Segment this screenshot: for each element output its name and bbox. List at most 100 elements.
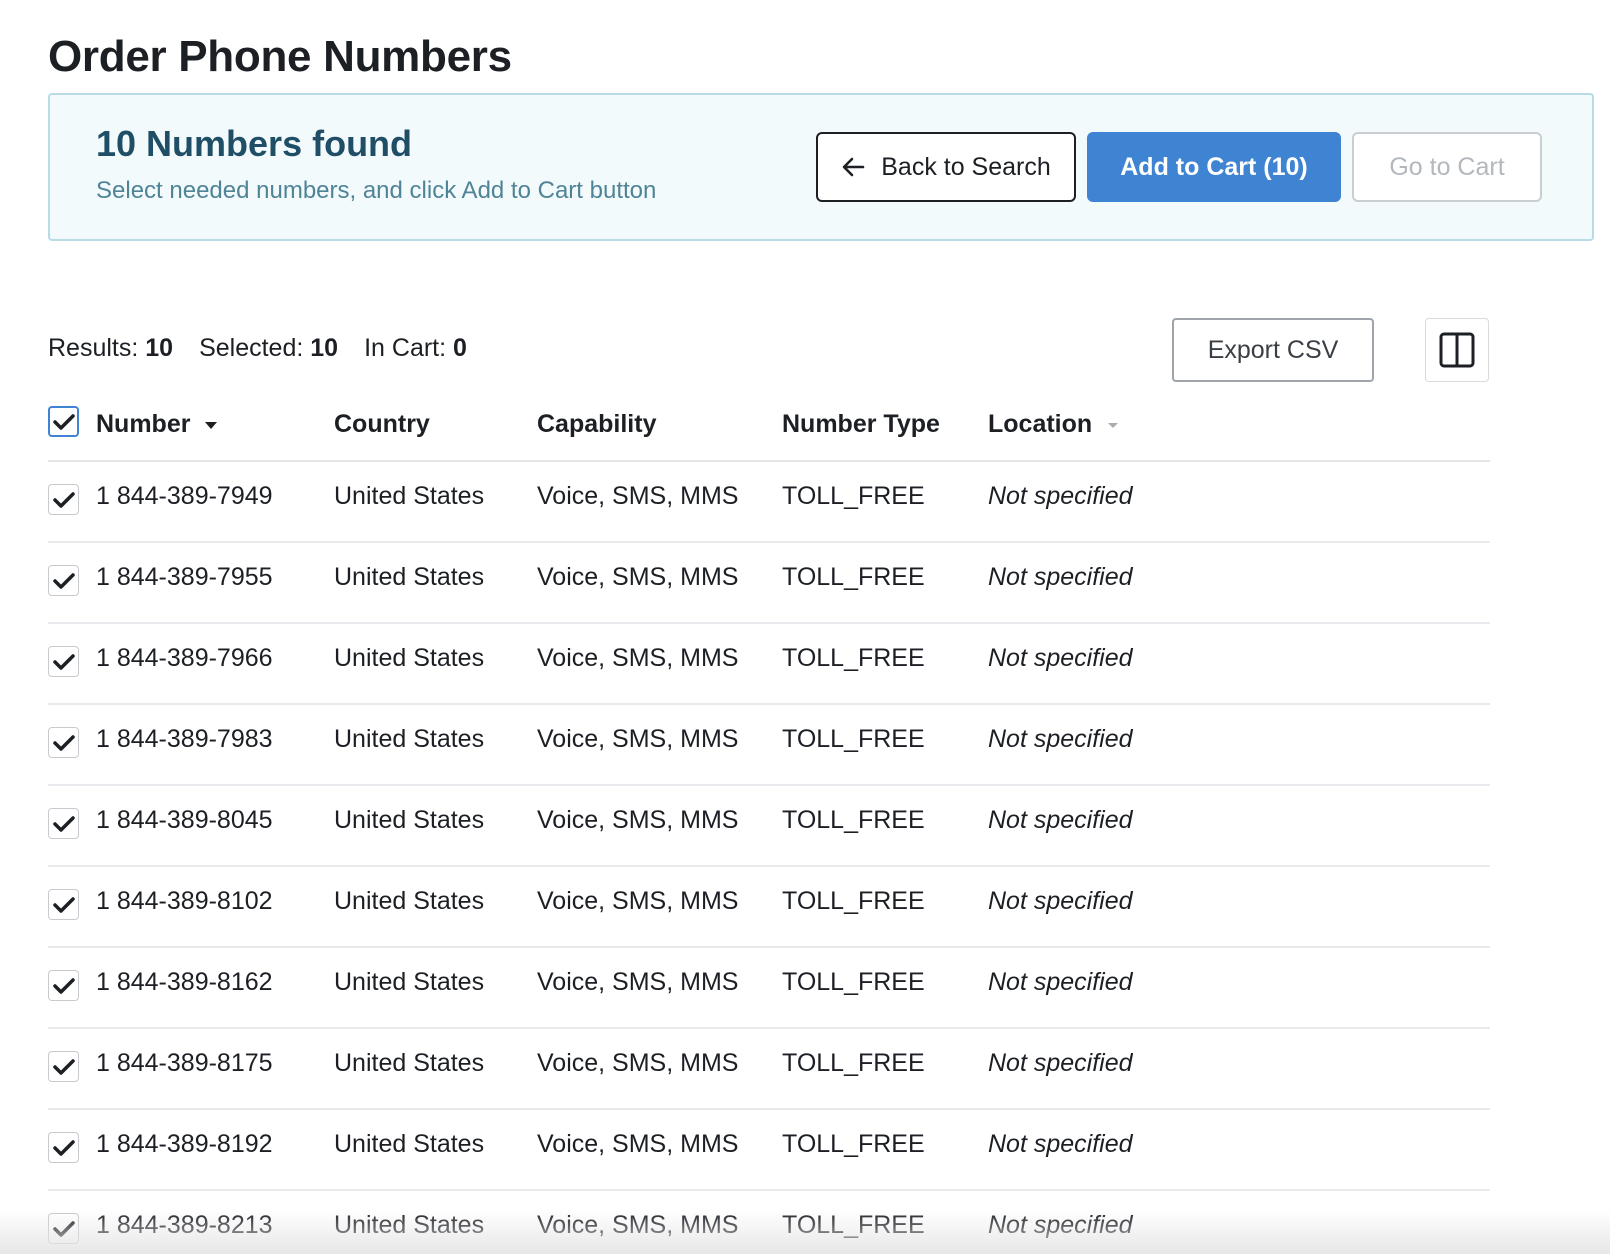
table-row[interactable]: 1 844-389-7983 United States Voice, SMS,… bbox=[48, 705, 1490, 786]
row-checkbox[interactable] bbox=[48, 727, 79, 758]
back-to-search-label: Back to Search bbox=[881, 152, 1051, 181]
table-row[interactable]: 1 844-389-8102 United States Voice, SMS,… bbox=[48, 867, 1490, 948]
cell-capability: Voice, SMS, MMS bbox=[537, 482, 739, 510]
export-csv-button[interactable]: Export CSV bbox=[1172, 318, 1374, 382]
cell-number-type: TOLL_FREE bbox=[782, 887, 925, 915]
cell-country: United States bbox=[334, 1130, 485, 1158]
row-checkbox[interactable] bbox=[48, 1213, 79, 1244]
column-header-capability[interactable]: Capability bbox=[537, 410, 656, 439]
go-to-cart-label: Go to Cart bbox=[1389, 152, 1505, 181]
in-cart-label: In Cart: bbox=[364, 334, 447, 362]
cell-number: 1 844-389-8102 bbox=[96, 887, 273, 915]
table-row[interactable]: 1 844-389-7949 United States Voice, SMS,… bbox=[48, 462, 1490, 543]
cell-number: 1 844-389-7966 bbox=[96, 644, 273, 672]
sort-icon bbox=[1108, 422, 1119, 428]
checkmark-icon bbox=[52, 977, 75, 994]
export-csv-label: Export CSV bbox=[1207, 335, 1339, 364]
cell-capability: Voice, SMS, MMS bbox=[537, 1211, 739, 1239]
column-header-number-type-label: Number Type bbox=[782, 410, 940, 438]
results-banner: 10 Numbers found Select needed numbers, … bbox=[48, 93, 1594, 241]
table-row[interactable]: 1 844-389-8162 United States Voice, SMS,… bbox=[48, 948, 1490, 1029]
column-header-number[interactable]: Number bbox=[96, 410, 218, 439]
cell-number-type: TOLL_FREE bbox=[782, 968, 925, 996]
cell-location: Not specified bbox=[988, 1211, 1133, 1239]
table-row[interactable]: 1 844-389-8213 United States Voice, SMS,… bbox=[48, 1191, 1490, 1254]
selected-count: Selected: 10 bbox=[199, 334, 338, 363]
cell-location: Not specified bbox=[988, 806, 1133, 834]
checkmark-icon bbox=[52, 413, 75, 430]
column-header-location-label: Location bbox=[988, 410, 1093, 438]
results-count: Results: 10 bbox=[48, 334, 173, 363]
results-label: Results: bbox=[48, 334, 139, 362]
cell-number-type: TOLL_FREE bbox=[782, 725, 925, 753]
results-heading: 10 Numbers found bbox=[96, 123, 413, 164]
cell-country: United States bbox=[334, 563, 485, 591]
cell-country: United States bbox=[334, 1211, 485, 1239]
row-checkbox[interactable] bbox=[48, 1051, 79, 1082]
results-value: 10 bbox=[145, 334, 174, 362]
back-to-search-button[interactable]: Back to Search bbox=[816, 132, 1076, 202]
select-all-checkbox[interactable] bbox=[48, 406, 79, 437]
cell-capability: Voice, SMS, MMS bbox=[537, 887, 739, 915]
cell-location: Not specified bbox=[988, 1130, 1133, 1158]
table-row[interactable]: 1 844-389-8192 United States Voice, SMS,… bbox=[48, 1110, 1490, 1191]
checkmark-icon bbox=[52, 491, 75, 508]
column-header-location[interactable]: Location bbox=[988, 410, 1120, 439]
cell-country: United States bbox=[334, 968, 485, 996]
checkmark-icon bbox=[52, 1139, 75, 1156]
table-header: Number Country Capability Number Type Lo… bbox=[48, 398, 1490, 462]
cell-capability: Voice, SMS, MMS bbox=[537, 806, 739, 834]
row-checkbox[interactable] bbox=[48, 484, 79, 515]
cell-location: Not specified bbox=[988, 482, 1133, 510]
cell-number-type: TOLL_FREE bbox=[782, 806, 925, 834]
cell-capability: Voice, SMS, MMS bbox=[537, 725, 739, 753]
cell-capability: Voice, SMS, MMS bbox=[537, 1049, 739, 1077]
cell-location: Not specified bbox=[988, 563, 1133, 591]
numbers-table: Number Country Capability Number Type Lo… bbox=[48, 398, 1490, 1254]
cell-number: 1 844-389-8162 bbox=[96, 968, 273, 996]
cell-country: United States bbox=[334, 644, 485, 672]
row-checkbox[interactable] bbox=[48, 889, 79, 920]
cell-country: United States bbox=[334, 482, 485, 510]
row-checkbox[interactable] bbox=[48, 565, 79, 596]
cell-location: Not specified bbox=[988, 1049, 1133, 1077]
column-header-number-type[interactable]: Number Type bbox=[782, 410, 940, 439]
cell-number: 1 844-389-7949 bbox=[96, 482, 273, 510]
sort-desc-icon bbox=[205, 421, 218, 429]
checkmark-icon bbox=[52, 653, 75, 670]
row-checkbox[interactable] bbox=[48, 970, 79, 1001]
cell-country: United States bbox=[334, 887, 485, 915]
table-row[interactable]: 1 844-389-8045 United States Voice, SMS,… bbox=[48, 786, 1490, 867]
cell-number: 1 844-389-8175 bbox=[96, 1049, 273, 1077]
checkmark-icon bbox=[52, 1058, 75, 1075]
row-checkbox[interactable] bbox=[48, 646, 79, 677]
column-header-country[interactable]: Country bbox=[334, 410, 430, 439]
cell-country: United States bbox=[334, 1049, 485, 1077]
row-checkbox[interactable] bbox=[48, 808, 79, 839]
column-header-number-label: Number bbox=[96, 410, 191, 438]
cell-location: Not specified bbox=[988, 644, 1133, 672]
in-cart-count: In Cart: 0 bbox=[364, 334, 467, 363]
results-summary: Results: 10 Selected: 10 In Cart: 0 bbox=[48, 334, 493, 363]
table-row[interactable]: 1 844-389-7955 United States Voice, SMS,… bbox=[48, 543, 1490, 624]
column-header-country-label: Country bbox=[334, 410, 430, 438]
add-to-cart-button[interactable]: Add to Cart (10) bbox=[1087, 132, 1341, 202]
columns-icon bbox=[1439, 332, 1475, 368]
cell-capability: Voice, SMS, MMS bbox=[537, 968, 739, 996]
cell-capability: Voice, SMS, MMS bbox=[537, 644, 739, 672]
table-body: 1 844-389-7949 United States Voice, SMS,… bbox=[48, 462, 1490, 1254]
table-row[interactable]: 1 844-389-7966 United States Voice, SMS,… bbox=[48, 624, 1490, 705]
cell-number: 1 844-389-7955 bbox=[96, 563, 273, 591]
go-to-cart-button[interactable]: Go to Cart bbox=[1352, 132, 1542, 202]
checkmark-icon bbox=[52, 734, 75, 751]
page: Order Phone Numbers 10 Numbers found Sel… bbox=[0, 0, 1610, 1254]
selected-label: Selected: bbox=[199, 334, 304, 362]
cell-country: United States bbox=[334, 725, 485, 753]
cell-number-type: TOLL_FREE bbox=[782, 644, 925, 672]
add-to-cart-label: Add to Cart (10) bbox=[1120, 152, 1308, 181]
row-checkbox[interactable] bbox=[48, 1132, 79, 1163]
cell-number: 1 844-389-8192 bbox=[96, 1130, 273, 1158]
columns-toggle-button[interactable] bbox=[1425, 318, 1489, 382]
cell-location: Not specified bbox=[988, 725, 1133, 753]
table-row[interactable]: 1 844-389-8175 United States Voice, SMS,… bbox=[48, 1029, 1490, 1110]
